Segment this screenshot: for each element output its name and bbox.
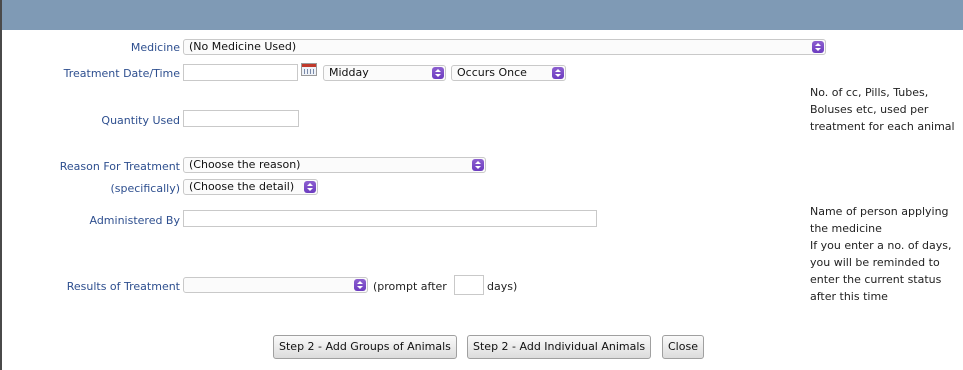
quantity-label: Quantity Used [101,114,180,127]
results-select[interactable] [183,277,368,293]
calendar-icon[interactable] [301,63,317,76]
medicine-select[interactable]: (No Medicine Used) [183,39,826,55]
occurrence-value: Occurs Once [457,66,527,79]
reason-select-value: (Choose the reason) [189,158,301,171]
medicine-label: Medicine [130,41,180,54]
select-arrows-icon [354,279,366,291]
select-arrows-icon [812,41,824,53]
occurrence-select[interactable]: Occurs Once [451,65,566,81]
administered-by-help-text: Name of person applying the medicine [810,205,949,235]
select-arrows-icon [552,67,564,79]
medicine-select-value: (No Medicine Used) [189,40,297,53]
add-groups-button[interactable]: Step 2 - Add Groups of Animals [273,335,457,359]
select-arrows-icon [472,159,484,171]
prompt-help-text: If you enter a no. of days, you will be … [810,239,952,303]
detail-select[interactable]: (Choose the detail) [183,179,318,195]
header-bar [2,0,963,30]
administered-by-input[interactable] [183,210,597,227]
treatment-datetime-label: Treatment Date/Time [63,67,180,80]
window-left-border [0,0,2,370]
prompt-days-suffix: days) [487,280,518,293]
results-label: Results of Treatment [66,280,180,293]
select-arrows-icon [432,67,444,79]
select-arrows-icon [304,181,316,193]
close-button[interactable]: Close [662,335,704,359]
add-individual-button[interactable]: Step 2 - Add Individual Animals [467,335,652,359]
time-of-day-value: Midday [329,66,369,79]
administered-by-label: Administered By [89,214,180,227]
quantity-input[interactable] [183,110,299,127]
prompt-after-text: (prompt after [373,280,447,293]
specifically-label: (specifically) [110,182,180,195]
quantity-help-text: No. of cc, Pills, Tubes, Boluses etc, us… [810,86,955,133]
prompt-days-input[interactable] [454,275,484,295]
reason-select[interactable]: (Choose the reason) [183,157,486,173]
reason-label: Reason For Treatment [59,160,180,173]
treatment-date-input[interactable] [183,64,298,81]
detail-select-value: (Choose the detail) [189,180,295,193]
time-of-day-select[interactable]: Midday [323,65,446,81]
